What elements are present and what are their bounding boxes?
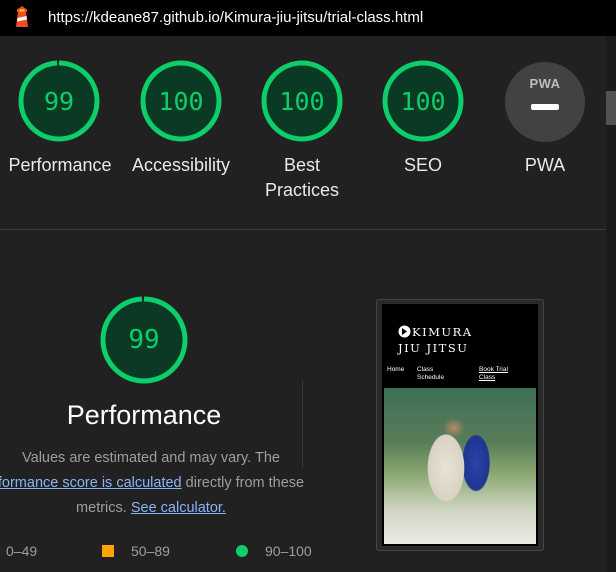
desc-line-3: metrics. See calculator. bbox=[0, 496, 316, 521]
section-divider bbox=[0, 229, 606, 230]
gauge-label-line: Practices bbox=[264, 180, 340, 200]
gauge-label-best-practices[interactable]: Best Practices bbox=[232, 153, 372, 203]
vertical-divider bbox=[302, 380, 303, 468]
gauge-best-practices[interactable]: 100 bbox=[257, 56, 347, 146]
gauge-label-line: Best bbox=[283, 155, 321, 175]
gauge-score: 100 bbox=[279, 86, 325, 116]
page-url[interactable]: https://kdeane87.github.io/Kimura-jiu-ji… bbox=[48, 9, 423, 26]
nav-line: Class bbox=[417, 366, 434, 373]
gauge-seo[interactable]: 100 bbox=[378, 56, 468, 146]
final-screenshot[interactable]: KIMURA JIU JITSU Home Class Schedule Boo… bbox=[382, 304, 538, 546]
average-square-icon bbox=[102, 545, 114, 557]
desc-line-1: Values are estimated and may vary. The bbox=[22, 450, 280, 466]
nav-class-schedule: Class Schedule bbox=[417, 366, 444, 382]
nav-line: Schedule bbox=[417, 374, 445, 381]
url-bar: https://kdeane87.github.io/Kimura-jiu-ji… bbox=[0, 0, 616, 36]
scrollbar-thumb[interactable] bbox=[606, 91, 616, 125]
legend-average-range: 50–89 bbox=[131, 543, 170, 559]
gauge-score: 100 bbox=[400, 86, 446, 116]
nav-line: Class bbox=[479, 374, 496, 381]
gauge-label-seo[interactable]: SEO bbox=[353, 153, 493, 178]
gauge-score: 100 bbox=[158, 86, 204, 116]
legend-fail-range: 0–49 bbox=[6, 543, 38, 559]
nav-book-trial: Book Trial Class bbox=[479, 366, 508, 382]
gauge-label-accessibility[interactable]: Accessibility bbox=[111, 153, 251, 178]
scrollbar-track[interactable] bbox=[606, 36, 616, 572]
gauge-accessibility[interactable]: 100 bbox=[136, 56, 226, 146]
brand-name: KIMURA JIU JITSU bbox=[398, 324, 473, 356]
performance-score: 99 bbox=[128, 325, 160, 355]
pwa-badge[interactable]: PWA bbox=[505, 62, 585, 142]
score-calculation-link[interactable]: formance score is calculated bbox=[0, 475, 182, 491]
dash-icon bbox=[531, 104, 559, 110]
see-calculator-link[interactable]: See calculator. bbox=[131, 500, 226, 516]
legend-pass-range: 90–100 bbox=[265, 543, 312, 559]
pwa-badge-text: PWA bbox=[529, 76, 561, 91]
nav-line: Book Trial bbox=[479, 366, 508, 373]
hero-photo bbox=[384, 388, 536, 544]
brand-line: KIMURA bbox=[412, 325, 473, 339]
pass-circle-icon bbox=[236, 545, 248, 557]
brand-line: JIU JITSU bbox=[398, 341, 469, 355]
lighthouse-icon bbox=[16, 6, 28, 27]
performance-gauge-large: 99 bbox=[98, 294, 190, 386]
nav-home: Home bbox=[387, 366, 405, 373]
desc-text: metrics. bbox=[76, 500, 131, 516]
performance-title: Performance bbox=[66, 400, 222, 430]
gauge-score: 99 bbox=[43, 86, 75, 116]
performance-description: Values are estimated and may vary. The f… bbox=[0, 446, 316, 521]
desc-text: directly from these bbox=[181, 475, 305, 491]
gauge-performance[interactable]: 99 bbox=[14, 56, 104, 146]
desc-line-2: formance score is calculated directly fr… bbox=[0, 471, 316, 496]
gauge-label-pwa[interactable]: PWA bbox=[475, 153, 615, 178]
